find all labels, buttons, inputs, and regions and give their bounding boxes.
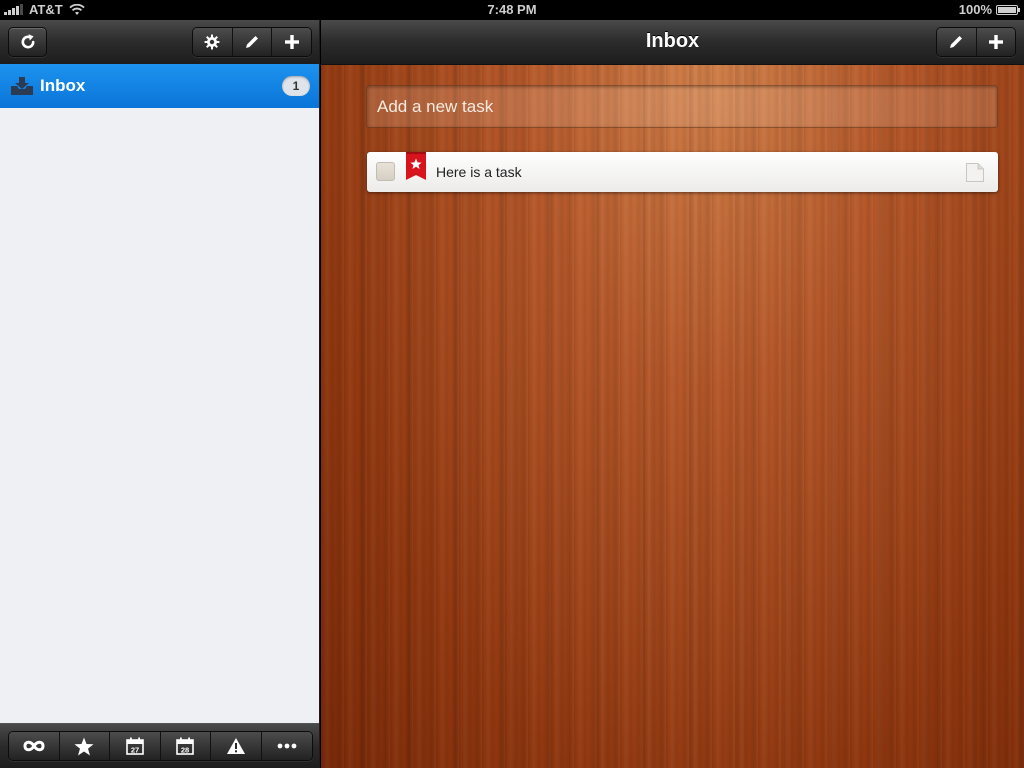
edit-tasks-button[interactable] bbox=[937, 28, 976, 56]
star-ribbon-icon[interactable] bbox=[406, 152, 426, 182]
list-item-inbox[interactable]: Inbox 1 bbox=[0, 64, 319, 108]
add-task-input[interactable] bbox=[366, 85, 998, 128]
battery-icon bbox=[996, 4, 1020, 15]
sidebar-toolbar bbox=[0, 20, 319, 65]
today-button[interactable]: 27 bbox=[108, 732, 160, 760]
list-count-badge: 1 bbox=[282, 76, 310, 96]
pencil-icon bbox=[950, 36, 963, 48]
main-panel: Inbox Here is a task bbox=[321, 20, 1024, 768]
task-checkbox[interactable] bbox=[376, 162, 395, 181]
task-row[interactable]: Here is a task bbox=[367, 152, 998, 192]
status-bar: AT&T 7:48 PM 100% bbox=[0, 0, 1024, 20]
edit-lists-button[interactable] bbox=[231, 28, 272, 56]
add-list-button[interactable] bbox=[271, 28, 311, 56]
calendar-tomorrow-day: 28 bbox=[181, 745, 189, 754]
more-button[interactable] bbox=[261, 732, 312, 760]
starred-button[interactable] bbox=[58, 732, 109, 760]
infinity-icon bbox=[23, 740, 45, 752]
pencil-icon bbox=[246, 36, 258, 48]
plus-icon bbox=[284, 35, 299, 49]
sidebar-footer-toolbar: 27 28 bbox=[0, 723, 319, 768]
calendar-tomorrow-icon: 28 bbox=[176, 737, 195, 755]
main-action-group bbox=[936, 27, 1016, 57]
overdue-button[interactable] bbox=[210, 732, 262, 760]
status-left: AT&T bbox=[4, 2, 85, 17]
wifi-icon bbox=[69, 3, 85, 15]
sidebar: Inbox 1 27 28 bbox=[0, 20, 320, 768]
note-icon[interactable] bbox=[966, 163, 984, 182]
calendar-today-day: 27 bbox=[130, 745, 138, 754]
add-task-button[interactable] bbox=[975, 28, 1015, 56]
inbox-icon bbox=[11, 77, 33, 95]
page-title: Inbox bbox=[645, 30, 700, 52]
carrier-label: AT&T bbox=[29, 2, 63, 17]
battery-label: 100% bbox=[958, 2, 992, 17]
calendar-today-icon: 27 bbox=[125, 737, 144, 755]
status-time: 7:48 PM bbox=[487, 2, 537, 17]
status-right: 100% bbox=[958, 2, 1020, 17]
gear-icon bbox=[204, 34, 220, 50]
smart-lists-group: 27 28 bbox=[8, 731, 313, 761]
settings-button[interactable] bbox=[193, 28, 232, 56]
warning-icon bbox=[227, 738, 246, 754]
all-tasks-button[interactable] bbox=[9, 732, 59, 760]
star-icon bbox=[74, 737, 94, 755]
tomorrow-button[interactable]: 28 bbox=[159, 732, 211, 760]
main-toolbar: Inbox bbox=[321, 20, 1024, 65]
refresh-button[interactable] bbox=[8, 27, 47, 57]
signal-icon bbox=[4, 4, 23, 15]
refresh-icon bbox=[21, 34, 34, 49]
more-icon bbox=[277, 743, 297, 749]
plus-icon bbox=[988, 35, 1003, 49]
list-item-label: Inbox bbox=[40, 76, 86, 95]
sidebar-action-group bbox=[192, 27, 312, 57]
task-title: Here is a task bbox=[436, 164, 522, 180]
